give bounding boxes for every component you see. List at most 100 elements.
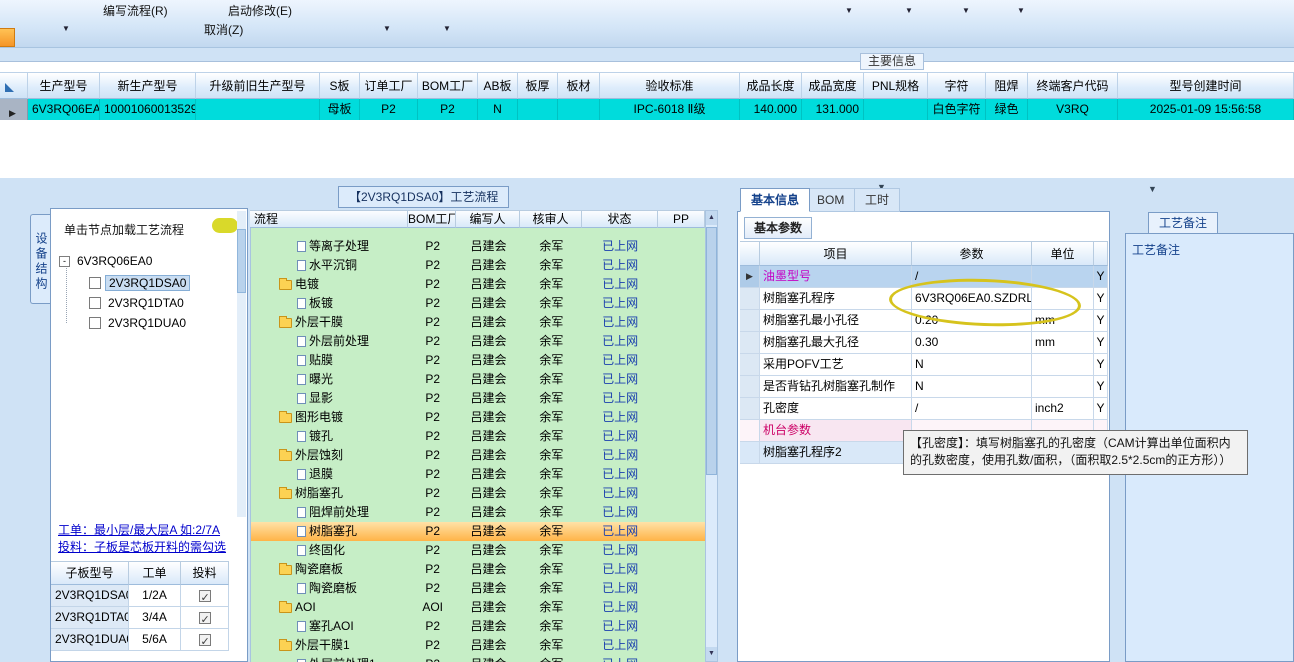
grid-cell[interactable]: 母板: [320, 99, 360, 120]
column-header[interactable]: 验收标准: [600, 72, 740, 99]
column-header[interactable]: 阻焊: [986, 72, 1028, 99]
column-header[interactable]: 终端客户代码: [1028, 72, 1118, 99]
tree-checkbox[interactable]: [89, 297, 101, 309]
grid-cell[interactable]: [558, 99, 600, 120]
column-header[interactable]: 参数: [912, 241, 1032, 266]
grid-cell[interactable]: [864, 99, 928, 120]
grid-cell[interactable]: P2: [418, 99, 478, 120]
process-row[interactable]: 陶瓷磨板 P2 吕建会 余军 已上网: [251, 579, 705, 598]
feed-checkbox[interactable]: ✓: [198, 611, 211, 626]
tree-root[interactable]: -6V3RQ06EA0: [59, 253, 155, 269]
grid-cell[interactable]: V3RQ: [1028, 99, 1118, 120]
process-row[interactable]: 外层前处理 P2 吕建会 余军 已上网: [251, 332, 705, 351]
tab-basic-params[interactable]: 基本参数: [744, 217, 813, 239]
param-row[interactable]: ▶ 油墨型号 / Y: [740, 266, 1108, 288]
notes-collapse-arrow-icon[interactable]: ▼: [1148, 184, 1157, 194]
column-header[interactable]: 板厚: [518, 72, 558, 99]
tab-process-notes[interactable]: 工艺备注: [1148, 212, 1219, 234]
column-header[interactable]: 编写人: [456, 210, 520, 228]
process-row[interactable]: 镀孔 P2 吕建会 余军 已上网: [251, 427, 705, 446]
tree-expander-icon[interactable]: -: [59, 255, 70, 267]
grid-cell[interactable]: N: [478, 99, 518, 120]
process-row[interactable]: 图形电镀 P2 吕建会 余军 已上网: [251, 408, 705, 427]
table-row[interactable]: 2V3RQ1DSA0 1/2A ✓: [51, 585, 229, 607]
column-header[interactable]: 型号创建时间: [1118, 72, 1294, 99]
grid-cell[interactable]: 140.000: [740, 99, 802, 120]
grid-cell[interactable]: 白色字符: [928, 99, 986, 120]
column-header[interactable]: AB板: [478, 72, 518, 99]
process-row[interactable]: 等离子处理 P2 吕建会 余军 已上网: [251, 237, 705, 256]
column-header[interactable]: 生产型号: [28, 72, 100, 99]
grid-cell[interactable]: [196, 99, 320, 120]
process-row[interactable]: 塞孔AOI P2 吕建会 余军 已上网: [251, 617, 705, 636]
process-row[interactable]: 退膜 P2 吕建会 余军 已上网: [251, 465, 705, 484]
dropdown-arrow-icon[interactable]: ▼: [962, 6, 970, 15]
dropdown-arrow-icon[interactable]: ▼: [905, 6, 913, 15]
param-value[interactable]: 0.20: [912, 310, 1032, 332]
process-row[interactable]: [251, 228, 705, 237]
grid-corner-cell[interactable]: [0, 72, 28, 99]
table-row[interactable]: 2V3RQ1DTA0 3/4A ✓: [51, 607, 229, 629]
param-value[interactable]: 6V3RQ06EA0.SZDRL1-3: [912, 288, 1032, 310]
column-header[interactable]: S板: [320, 72, 360, 99]
tree-checkbox[interactable]: [89, 317, 101, 329]
process-row[interactable]: 阻焊前处理 P2 吕建会 余军 已上网: [251, 503, 705, 522]
process-row[interactable]: 外层前处理1 P2吕建会余军已上网: [251, 655, 705, 662]
tree-scrollbar-thumb[interactable]: [237, 229, 246, 293]
grid-cell[interactable]: 2025-01-09 15:56:58: [1118, 99, 1294, 120]
column-header[interactable]: BOM工厂: [418, 72, 478, 99]
menu-item-write-process[interactable]: 编写流程(R): [103, 2, 168, 19]
process-row[interactable]: AOI AOI 吕建会 余军 已上网: [251, 598, 705, 617]
column-header[interactable]: 流程: [250, 210, 408, 228]
dropdown-arrow-icon[interactable]: ▼: [845, 6, 853, 15]
column-header[interactable]: PP: [658, 210, 705, 228]
tree-checkbox[interactable]: [89, 277, 101, 289]
scroll-up-icon[interactable]: ▲: [706, 211, 717, 225]
process-row[interactable]: 曝光 P2 吕建会 余军 已上网: [251, 370, 705, 389]
param-value[interactable]: N: [912, 376, 1032, 398]
tree-node[interactable]: 2V3RQ1DSA0: [89, 275, 191, 291]
grid-cell[interactable]: IPC-6018 Ⅱ级: [600, 99, 740, 120]
column-header[interactable]: PNL规格: [864, 72, 928, 99]
param-row[interactable]: 树脂塞孔程序6V3RQ06EA0.SZDRL1-3 Y: [740, 288, 1108, 310]
main-info-data-row[interactable]: ▶ 6V3RQ06EA0 100010600135295 母板 P2 P2 N IPC-601…: [0, 99, 1294, 120]
scroll-down-icon[interactable]: ▼: [706, 647, 717, 661]
tab-basic-info[interactable]: 基本信息: [740, 188, 811, 212]
tab-worktime[interactable]: 工时: [854, 188, 901, 212]
dropdown-arrow-icon[interactable]: ▼: [383, 24, 391, 33]
process-row[interactable]: 外层干膜 P2 吕建会 余军 已上网: [251, 313, 705, 332]
column-header[interactable]: 状态: [582, 210, 658, 228]
process-row[interactable]: 树脂塞孔 P2 吕建会 余军 已上网: [251, 484, 705, 503]
column-header[interactable]: 工单: [129, 561, 181, 585]
row-selector-cell[interactable]: ▶: [0, 99, 28, 120]
column-header[interactable]: 成品宽度: [802, 72, 864, 99]
menu-item-cancel[interactable]: 取消(Z): [204, 21, 243, 38]
tree-node[interactable]: 2V3RQ1DTA0: [89, 295, 187, 311]
device-structure-tab[interactable]: 设备结构: [30, 214, 50, 304]
column-header[interactable]: 子板型号: [51, 561, 129, 585]
column-header[interactable]: [740, 241, 760, 266]
grid-cell[interactable]: 100010600135295: [100, 99, 196, 120]
column-header[interactable]: [1094, 241, 1108, 266]
column-header[interactable]: 板材: [558, 72, 600, 99]
param-row[interactable]: 采用POFV工艺 N Y: [740, 354, 1108, 376]
grid-cell[interactable]: [518, 99, 558, 120]
tree-scrollbar[interactable]: [237, 211, 246, 517]
param-row[interactable]: 树脂塞孔最小孔径 0.20 mm Y: [740, 310, 1108, 332]
column-header[interactable]: 核审人: [520, 210, 582, 228]
process-row[interactable]: 外层蚀刻 P2 吕建会 余军 已上网: [251, 446, 705, 465]
grid-cell[interactable]: P2: [360, 99, 418, 120]
column-header[interactable]: 新生产型号: [100, 72, 196, 99]
grid-cell[interactable]: 6V3RQ06EA0: [28, 99, 100, 120]
process-scrollbar-thumb[interactable]: [706, 227, 717, 475]
menu-item-start-modify[interactable]: 启动修改(E): [228, 2, 292, 19]
dropdown-arrow-icon[interactable]: ▼: [443, 24, 451, 33]
tree-node[interactable]: 2V3RQ1DUA0: [89, 315, 189, 331]
param-value[interactable]: N: [912, 354, 1032, 376]
process-row[interactable]: 电镀 P2 吕建会 余军 已上网: [251, 275, 705, 294]
param-row[interactable]: 孔密度 / inch2 Y: [740, 398, 1108, 420]
process-flow-title-tab[interactable]: 【2V3RQ1DSA0】工艺流程: [338, 186, 510, 208]
grid-cell[interactable]: 131.000: [802, 99, 864, 120]
feed-checkbox[interactable]: ✓: [198, 633, 211, 648]
param-row[interactable]: 是否背钻孔树脂塞孔制作 N Y: [740, 376, 1108, 398]
